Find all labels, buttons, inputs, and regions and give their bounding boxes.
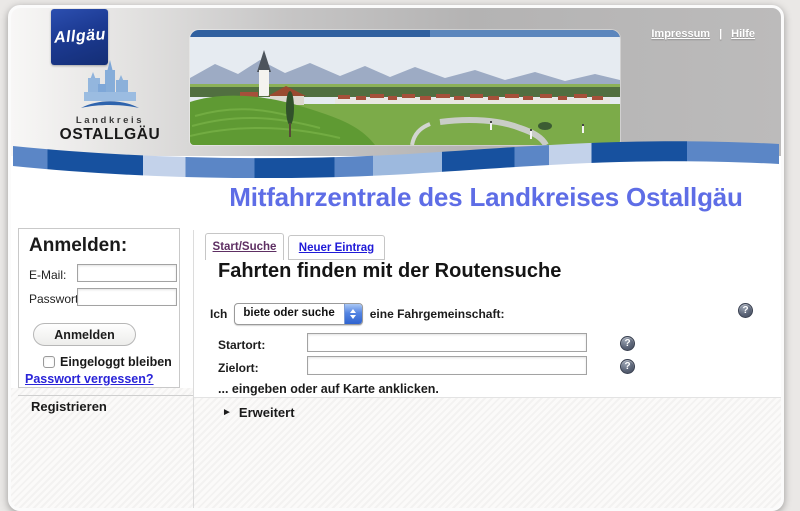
subject-label: Ich	[210, 307, 227, 321]
login-button[interactable]: Anmelden	[33, 323, 136, 346]
mode-select-value: biete oder suche	[235, 304, 343, 324]
register-heading: Registrieren	[31, 399, 107, 414]
password-label: Passwort:	[29, 292, 82, 306]
login-panel: Anmelden: E-Mail: Passwort: Anmelden Ein…	[18, 228, 180, 388]
site-card: Impressum | Hilfe Allgäu Landkreis OSTAL…	[8, 5, 784, 511]
tab-start-suche-label[interactable]: Start/Suche	[213, 241, 277, 253]
startort-input[interactable]	[307, 333, 587, 352]
link-separator: |	[719, 28, 722, 40]
stay-logged-in-checkbox[interactable]	[43, 356, 55, 368]
advanced-toggle[interactable]: ► Erweitert	[222, 405, 295, 420]
tab-neuer-eintrag-label[interactable]: Neuer Eintrag	[299, 242, 374, 254]
login-heading: Anmelden:	[29, 235, 127, 257]
header: Impressum | Hilfe Allgäu Landkreis OSTAL…	[11, 8, 781, 156]
password-field[interactable]	[77, 288, 177, 306]
landkreis-label: Landkreis	[55, 115, 165, 126]
mode-row: Ich biete oder suche eine Fahrgemeinscha…	[210, 303, 504, 325]
tab-neuer-eintrag[interactable]: Neuer Eintrag	[288, 235, 385, 260]
zielort-label: Zielort:	[218, 361, 259, 375]
castle-icon	[78, 58, 142, 112]
tab-start-suche[interactable]: Start/Suche	[205, 233, 284, 260]
header-links: Impressum | Hilfe	[651, 28, 755, 40]
hilfe-link[interactable]: Hilfe	[731, 28, 755, 40]
help-icon-startort[interactable]: ?	[620, 336, 635, 351]
content-heading: Fahrten finden mit der Routensuche	[218, 260, 561, 283]
decorative-wave-band	[13, 134, 779, 178]
startort-label: Startort:	[218, 338, 265, 352]
sidebar-divider	[18, 395, 193, 396]
map-hint-text: ... eingeben oder auf Karte anklicken.	[218, 382, 439, 396]
email-field[interactable]	[77, 264, 177, 282]
mode-select[interactable]: biete oder suche	[234, 303, 362, 325]
advanced-section: ► Erweitert	[194, 397, 781, 509]
advanced-label: Erweitert	[239, 405, 295, 420]
help-icon-zielort[interactable]: ?	[620, 359, 635, 374]
landscape-illustration	[190, 30, 620, 145]
select-stepper-icon[interactable]	[344, 304, 362, 324]
email-label: E-Mail:	[29, 268, 66, 282]
page-title: Mitfahrzentrale des Landkreises Ostallgä…	[191, 182, 781, 213]
object-label: eine Fahrgemeinschaft:	[370, 307, 505, 321]
help-icon-mode[interactable]: ?	[738, 303, 753, 318]
impressum-link[interactable]: Impressum	[651, 28, 710, 40]
allgaeu-logo: Allgäu	[51, 9, 108, 65]
stay-logged-in-label: Eingeloggt bleiben	[60, 355, 172, 369]
zielort-input[interactable]	[307, 356, 587, 375]
landkreis-ostallgaeu-logo: Landkreis OSTALLGÄU	[55, 58, 165, 144]
header-photo	[190, 30, 620, 145]
forgot-password-link[interactable]: Passwort vergessen?	[25, 372, 154, 386]
triangle-right-icon: ►	[222, 407, 232, 418]
allgaeu-logo-text: Allgäu	[53, 26, 106, 48]
